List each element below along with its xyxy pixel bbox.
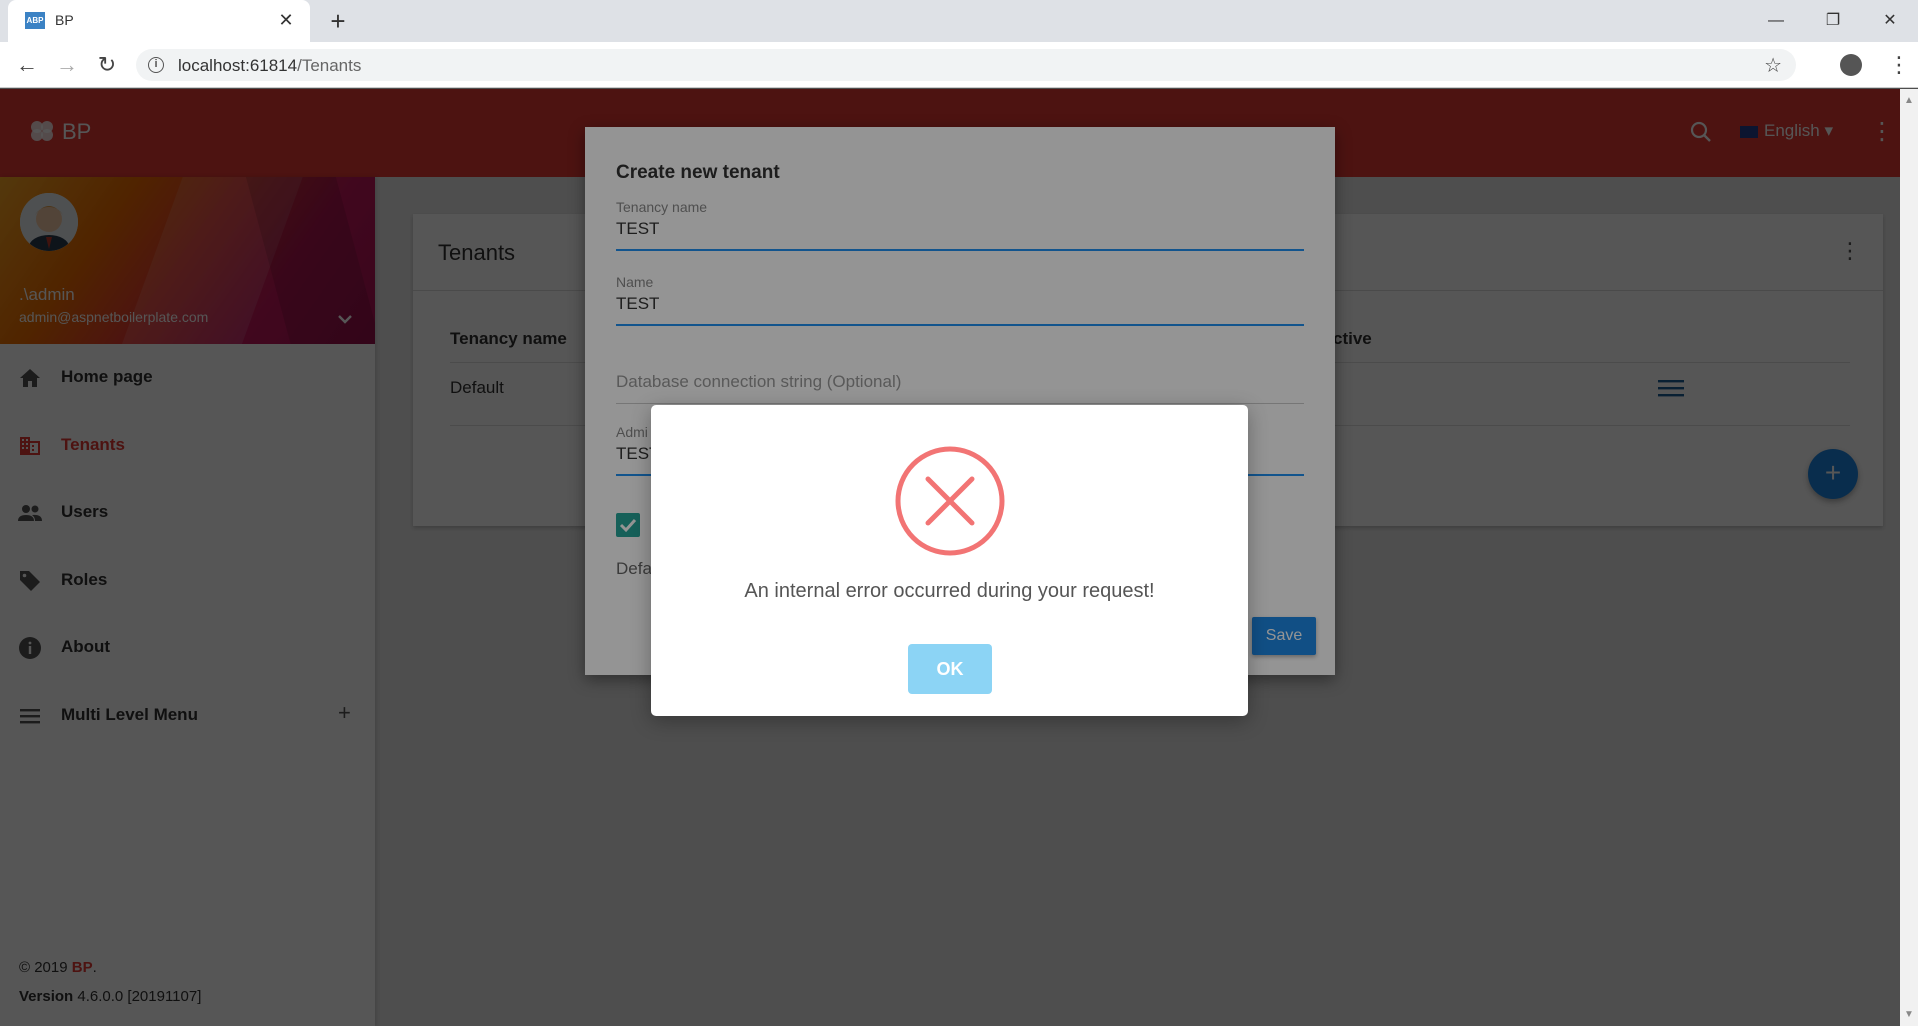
favicon-icon: ABP <box>25 12 45 29</box>
back-icon[interactable]: ← <box>12 50 42 80</box>
browser-menu-icon[interactable]: ⋮ <box>1888 52 1910 78</box>
ok-button[interactable]: OK <box>908 644 992 694</box>
new-tab-icon[interactable]: + <box>323 6 353 36</box>
page-scrollbar[interactable]: ▲ ▼ <box>1900 89 1918 1026</box>
error-x-icon <box>895 446 1005 556</box>
browser-tab[interactable]: ABP BP ✕ <box>8 0 310 42</box>
close-tab-icon[interactable]: ✕ <box>274 8 298 32</box>
error-alert: An internal error occurred during your r… <box>651 405 1248 716</box>
reload-icon[interactable]: ↻ <box>92 50 122 80</box>
forward-icon[interactable]: → <box>52 50 82 80</box>
url-input[interactable]: i localhost:61814/Tenants ☆ <box>136 49 1796 81</box>
tab-title: BP <box>55 12 74 28</box>
url-text: localhost:61814/Tenants <box>178 56 362 75</box>
alert-message: An internal error occurred during your r… <box>744 580 1155 602</box>
site-info-icon[interactable]: i <box>148 57 164 73</box>
browser-tab-strip: ABP BP ✕ + — ❐ ✕ <box>0 0 1918 42</box>
minimize-icon[interactable]: — <box>1756 6 1796 36</box>
address-bar: ← → ↻ i localhost:61814/Tenants ☆ ⋮ <box>0 42 1918 88</box>
profile-icon[interactable] <box>1840 54 1862 76</box>
restore-icon[interactable]: ❐ <box>1813 6 1853 36</box>
bookmark-star-icon[interactable]: ☆ <box>1764 53 1782 78</box>
close-window-icon[interactable]: ✕ <box>1870 6 1910 36</box>
